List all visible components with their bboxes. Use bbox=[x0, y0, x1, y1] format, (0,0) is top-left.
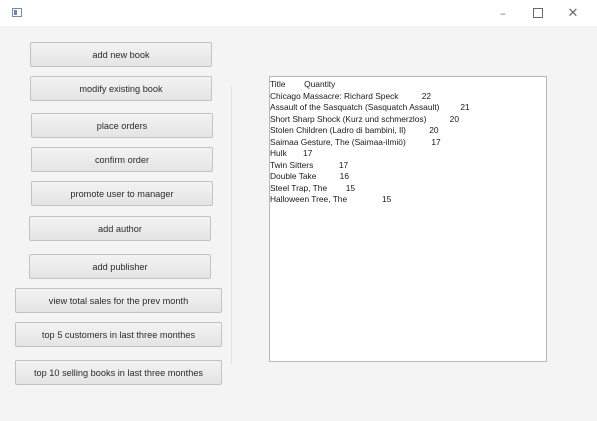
place-orders-button[interactable]: place orders bbox=[31, 113, 213, 138]
promote-user-to-manager-button[interactable]: promote user to manager bbox=[31, 181, 213, 206]
app-window: – ✕ add new book modify existing book pl… bbox=[0, 0, 597, 421]
results-line: Short Sharp Shock (Kurz und schmerzlos) … bbox=[270, 113, 459, 124]
top-10-selling-books-button[interactable]: top 10 selling books in last three month… bbox=[15, 360, 222, 385]
title-bar: – ✕ bbox=[0, 0, 597, 26]
maximize-button[interactable] bbox=[521, 0, 555, 26]
results-line: Steel Trap, The 15 bbox=[270, 182, 356, 193]
results-line: Twin Sitters 17 bbox=[270, 159, 349, 170]
panel-divider bbox=[231, 86, 232, 364]
confirm-order-button[interactable]: confirm order bbox=[31, 147, 213, 172]
add-new-book-button[interactable]: add new book bbox=[30, 42, 212, 67]
results-line: Assault of the Sasquatch (Sasquatch Assa… bbox=[270, 102, 470, 112]
view-total-sales-button[interactable]: view total sales for the prev month bbox=[15, 288, 222, 313]
results-text-area[interactable]: Title Quantity Chicago Massacre: Richard… bbox=[269, 76, 547, 362]
add-author-button[interactable]: add author bbox=[29, 216, 211, 241]
close-button[interactable]: ✕ bbox=[556, 0, 590, 26]
maximize-icon bbox=[533, 8, 543, 18]
results-line: Chicago Massacre: Richard Speck 22 bbox=[270, 90, 432, 101]
results-header-line: Title Quantity bbox=[270, 79, 336, 89]
modify-existing-book-button[interactable]: modify existing book bbox=[30, 76, 212, 101]
results-line: Hulk 17 bbox=[270, 148, 313, 158]
app-icon bbox=[12, 8, 22, 17]
results-line: Double Take 16 bbox=[270, 171, 349, 181]
top-5-customers-button[interactable]: top 5 customers in last three monthes bbox=[15, 322, 222, 347]
results-line: Saimaa Gesture, The (Saimaa-ilmiö) 17 bbox=[270, 136, 441, 147]
minimize-button[interactable]: – bbox=[486, 0, 520, 26]
add-publisher-button[interactable]: add publisher bbox=[29, 254, 211, 279]
results-line: Halloween Tree, The 15 bbox=[270, 194, 392, 204]
results-line: Stolen Children (Ladro di bambini, Il) 2… bbox=[270, 125, 439, 135]
